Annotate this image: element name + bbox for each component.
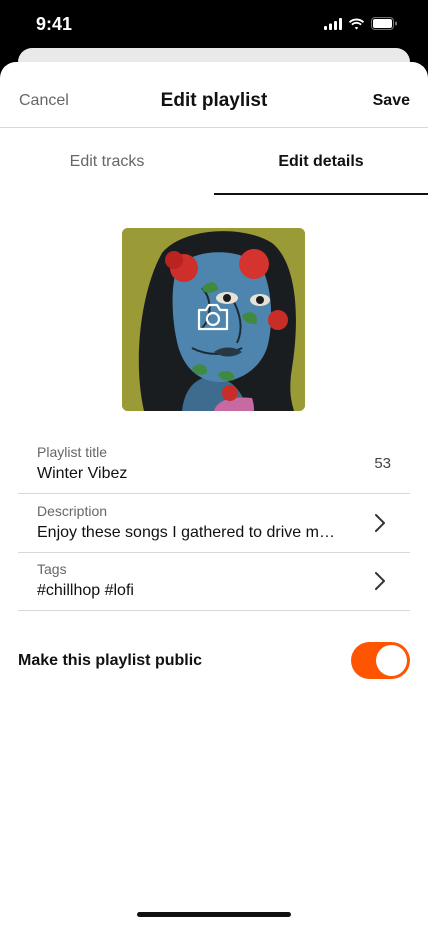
- battery-icon: [371, 17, 397, 30]
- description-label: Description: [37, 503, 108, 519]
- page-title: Edit playlist: [160, 90, 268, 111]
- tab-bar: Edit tracks Edit details: [0, 128, 428, 196]
- edit-playlist-sheet: Cancel Edit playlist Save Edit tracks Ed…: [0, 62, 428, 926]
- status-bar: 9:41: [0, 0, 428, 50]
- wifi-icon: [348, 18, 365, 29]
- active-tab-indicator: [214, 193, 428, 195]
- chevron-right-icon: [375, 572, 385, 590]
- status-icons: [324, 17, 398, 30]
- home-indicator[interactable]: [137, 912, 291, 917]
- public-toggle[interactable]: [351, 642, 410, 679]
- nav-bar: Cancel Edit playlist Save: [0, 62, 428, 128]
- camera-icon: [197, 303, 229, 331]
- status-time: 9:41: [36, 14, 73, 34]
- public-toggle-label: Make this playlist public: [18, 652, 203, 669]
- chevron-right-icon: [375, 514, 385, 532]
- tags-field[interactable]: Tags #chillhop #lofi: [18, 552, 410, 611]
- playlist-title-label: Playlist title: [37, 444, 108, 460]
- playlist-artwork[interactable]: [122, 228, 305, 411]
- tags-value: #chillhop #lofi: [37, 582, 134, 599]
- playlist-title-value[interactable]: Winter Vibez: [37, 465, 127, 483]
- save-button[interactable]: Save: [373, 92, 410, 110]
- tab-edit-details[interactable]: Edit details: [214, 128, 428, 196]
- public-setting-row: Make this playlist public: [18, 642, 410, 680]
- playlist-title-field[interactable]: Playlist title Winter Vibez 53: [18, 435, 410, 494]
- description-field[interactable]: Description Enjoy these songs I gathered…: [18, 494, 410, 553]
- toggle-knob: [376, 645, 407, 676]
- tags-label: Tags: [37, 561, 67, 577]
- character-count: 53: [374, 455, 391, 472]
- phone-frame: 9:41 Cancel Edit playlist Save Edit trac…: [0, 0, 428, 926]
- description-value: Enjoy these songs I gathered to drive m…: [37, 524, 335, 541]
- tab-edit-tracks[interactable]: Edit tracks: [0, 128, 214, 196]
- cellular-signal-icon: [324, 17, 342, 30]
